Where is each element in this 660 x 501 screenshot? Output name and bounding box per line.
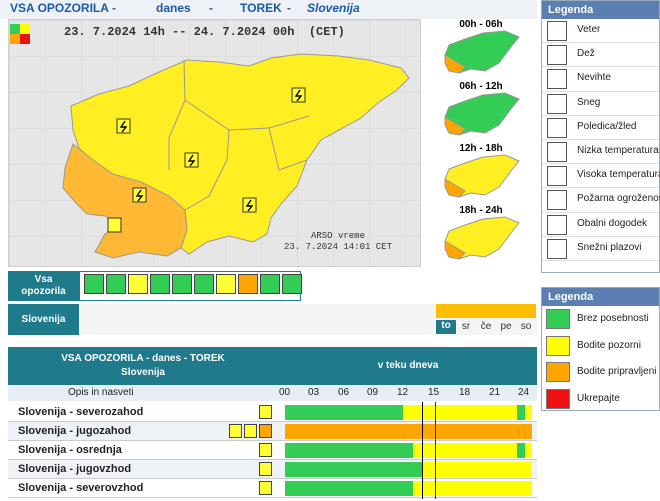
- legend-item-high-temp: Visoka temperatura: [542, 164, 660, 189]
- thunderstorm-icon: [229, 424, 242, 438]
- table-row[interactable]: Slovenija - jugovzhod: [8, 460, 537, 479]
- table-row[interactable]: Slovenija - osrednja: [8, 441, 537, 460]
- high-temp-icon: [547, 166, 567, 187]
- page-header: VSA OPOZORILA - danes - TOREK - Slovenij…: [0, 0, 537, 19]
- legend-item-yellow: Bodite pozorni: [542, 333, 659, 360]
- hazard-icon-strip: [79, 271, 302, 301]
- day-selector: to sr če pe so: [79, 304, 537, 335]
- legend-item-low-temp: Nizka temperatura: [542, 140, 659, 165]
- snow-icon[interactable]: [150, 274, 170, 294]
- header-sep: -: [287, 1, 291, 15]
- day-swatch[interactable]: [476, 304, 496, 318]
- ice-icon: [547, 117, 567, 138]
- forecast-marker-line: [435, 402, 436, 499]
- low-temp-icon: [547, 141, 567, 162]
- avalanche-icon: [547, 238, 567, 259]
- thunderstorm-icon: [259, 462, 272, 476]
- day-swatch[interactable]: [436, 304, 456, 318]
- warning-map[interactable]: 23. 7.2024 14h -- 24. 7.2024 00h (CET) A…: [8, 19, 421, 267]
- rain-icon: [547, 45, 567, 66]
- day-swatch[interactable]: [456, 304, 476, 318]
- current-time-line: [422, 402, 423, 499]
- coastal-icon: [547, 214, 567, 235]
- legend-item-rain: Dež: [542, 43, 659, 68]
- legend-item-thunderstorm: Nevihte: [542, 67, 659, 92]
- day-swatch[interactable]: [516, 304, 536, 318]
- header-day: TOREK: [240, 1, 282, 15]
- legend-item-wind: Veter: [542, 19, 659, 44]
- legend-title: Legenda: [542, 288, 659, 306]
- mini-map-12-18[interactable]: 12h - 18h: [425, 143, 537, 205]
- slovenija-label: Slovenija: [8, 304, 79, 335]
- legend-item-fire: Požarna ogroženost: [542, 188, 660, 213]
- time-period-maps: 00h - 06h 06h - 12h 12h - 18h 18h - 24h: [425, 19, 537, 267]
- header-sep: -: [112, 1, 116, 15]
- mini-map-00-06[interactable]: 00h - 06h: [425, 19, 537, 81]
- table-subheader: Opis in nasveti 00 03 06 09 12 15 18 21 …: [8, 385, 537, 401]
- day-tab[interactable]: so: [516, 321, 536, 332]
- thunderstorm-icon: [259, 443, 272, 457]
- legend-item-red: Ukrepajte: [542, 386, 659, 413]
- header-when: danes: [156, 1, 191, 15]
- fire-icon[interactable]: [238, 274, 258, 294]
- table-row[interactable]: Slovenija - severovzhod: [8, 479, 537, 498]
- table-row[interactable]: Slovenija - jugozahod: [8, 422, 537, 441]
- day-tab[interactable]: sr: [456, 321, 476, 332]
- mini-map-18-24[interactable]: 18h - 24h: [425, 205, 537, 267]
- day-tab[interactable]: pe: [496, 321, 516, 332]
- snow-icon: [547, 93, 567, 114]
- day-tab[interactable]: če: [476, 321, 496, 332]
- legend-item-ice: Poledica/žled: [542, 116, 659, 140]
- day-swatch[interactable]: [496, 304, 516, 318]
- low-temp-icon[interactable]: [194, 274, 214, 294]
- legend-item-orange: Bodite pripravljeni: [542, 359, 659, 386]
- header-region: Slovenija: [307, 1, 360, 15]
- legend-item-coastal: Obalni dogodek: [542, 213, 659, 237]
- legend-item-snow: Sneg: [542, 92, 659, 116]
- legend-item-avalanche: Snežni plazovi: [542, 237, 659, 261]
- thunderstorm-icon[interactable]: [128, 274, 148, 294]
- rain-icon[interactable]: [106, 274, 126, 294]
- header-title: VSA OPOZORILA: [10, 1, 109, 15]
- fire-icon: [547, 190, 567, 211]
- avalanche-icon[interactable]: [282, 274, 302, 294]
- high-temp-icon: [244, 424, 257, 438]
- legend-title: Legenda: [542, 1, 659, 19]
- mini-map-06-12[interactable]: 06h - 12h: [425, 81, 537, 143]
- thunderstorm-icon: [547, 69, 567, 90]
- warnings-table-header: VSA OPOZORILA - danes - TOREK Slovenija …: [8, 347, 537, 385]
- severity-legend: Legenda Brez posebnosti Bodite pozorni B…: [541, 287, 660, 411]
- thunderstorm-icon: [259, 405, 272, 419]
- header-sep: -: [209, 1, 213, 15]
- legend-item-green: Brez posebnosti: [542, 306, 659, 333]
- hazard-legend: Legenda Veter Dež Nevihte Sneg Poledica/…: [541, 0, 660, 273]
- coastal-icon[interactable]: [260, 274, 280, 294]
- wind-icon[interactable]: [84, 274, 104, 294]
- ice-icon[interactable]: [172, 274, 192, 294]
- thunderstorm-icon: [259, 481, 272, 495]
- high-temp-icon[interactable]: [216, 274, 236, 294]
- all-warnings-label: Vsa opozorila: [8, 271, 79, 301]
- arso-credit: ARSO vreme 23. 7.2024 14:01 CET: [283, 231, 392, 252]
- day-tab-today[interactable]: to: [436, 320, 456, 334]
- table-row[interactable]: Slovenija - severozahod: [8, 403, 537, 422]
- fire-icon: [259, 424, 272, 438]
- wind-icon: [547, 21, 567, 41]
